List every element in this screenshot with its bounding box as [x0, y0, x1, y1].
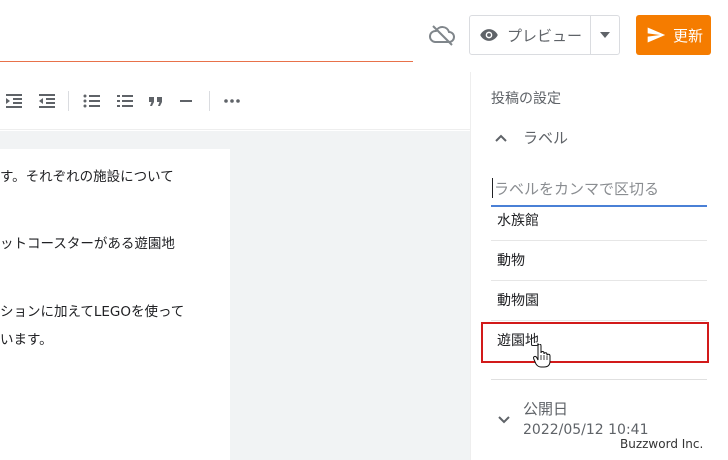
- preview-main-button[interactable]: プレビュー: [470, 16, 591, 54]
- preview-dropdown-button[interactable]: [591, 16, 619, 54]
- labels-section-header[interactable]: ラベル: [493, 127, 568, 148]
- watermark: Buzzword Inc.: [620, 437, 704, 451]
- numbered-list-icon[interactable]: [115, 91, 135, 111]
- quote-icon[interactable]: [146, 91, 166, 111]
- cloud-off-icon: [429, 25, 455, 46]
- caret-down-icon: [600, 32, 610, 38]
- label-input-placeholder: ラベルをカンマで区切る: [494, 180, 660, 198]
- editor-page[interactable]: す。それぞれの施設について ットコースターがある遊園地 ションに加えてLEGOを…: [0, 149, 230, 460]
- toolbar-separator: [209, 91, 210, 111]
- highlight-box: [481, 322, 709, 363]
- paragraph-text[interactable]: います。: [0, 326, 53, 354]
- eye-icon: [480, 29, 498, 41]
- publish-date-label[interactable]: 公開日: [523, 398, 568, 419]
- update-button[interactable]: 更新: [636, 15, 711, 55]
- paragraph-text[interactable]: ションに加えてLEGOを使って: [0, 298, 184, 326]
- paragraph-text[interactable]: す。それぞれの施設について: [0, 163, 174, 191]
- label-suggestion-item[interactable]: 水族館: [491, 201, 707, 241]
- indent-increase-icon[interactable]: [4, 91, 24, 111]
- post-settings-panel: 投稿の設定 ラベル ラベルをカンマで区切る 水族館 動物 動物園 遊園地 公開日…: [470, 72, 728, 460]
- more-icon[interactable]: [222, 91, 242, 111]
- horizontal-rule-icon[interactable]: [176, 91, 196, 111]
- paragraph-text[interactable]: ットコースターがある遊園地: [0, 230, 175, 258]
- bulleted-list-icon[interactable]: [82, 91, 102, 111]
- label-suggestion-item[interactable]: 動物園: [491, 281, 707, 321]
- label-suggestion-item[interactable]: 動物: [491, 241, 707, 281]
- chevron-down-icon[interactable]: [496, 412, 512, 428]
- indent-decrease-icon[interactable]: [37, 91, 57, 111]
- text-caret: [492, 178, 493, 198]
- toolbar-separator: [68, 91, 69, 111]
- panel-title: 投稿の設定: [491, 91, 561, 107]
- editor-toolbar: [0, 72, 470, 130]
- labels-section-title: ラベル: [523, 129, 569, 147]
- send-icon: [647, 27, 666, 43]
- title-underline: [0, 61, 413, 62]
- section-divider: [491, 379, 707, 380]
- publish-date-value: 2022/05/12 10:41: [523, 422, 649, 438]
- preview-button[interactable]: プレビュー: [469, 15, 620, 55]
- chevron-up-icon: [495, 134, 507, 142]
- update-label: 更新: [673, 26, 704, 45]
- hand-cursor-icon: [533, 344, 551, 368]
- top-header: プレビュー 更新: [0, 0, 728, 70]
- preview-label: プレビュー: [507, 26, 583, 45]
